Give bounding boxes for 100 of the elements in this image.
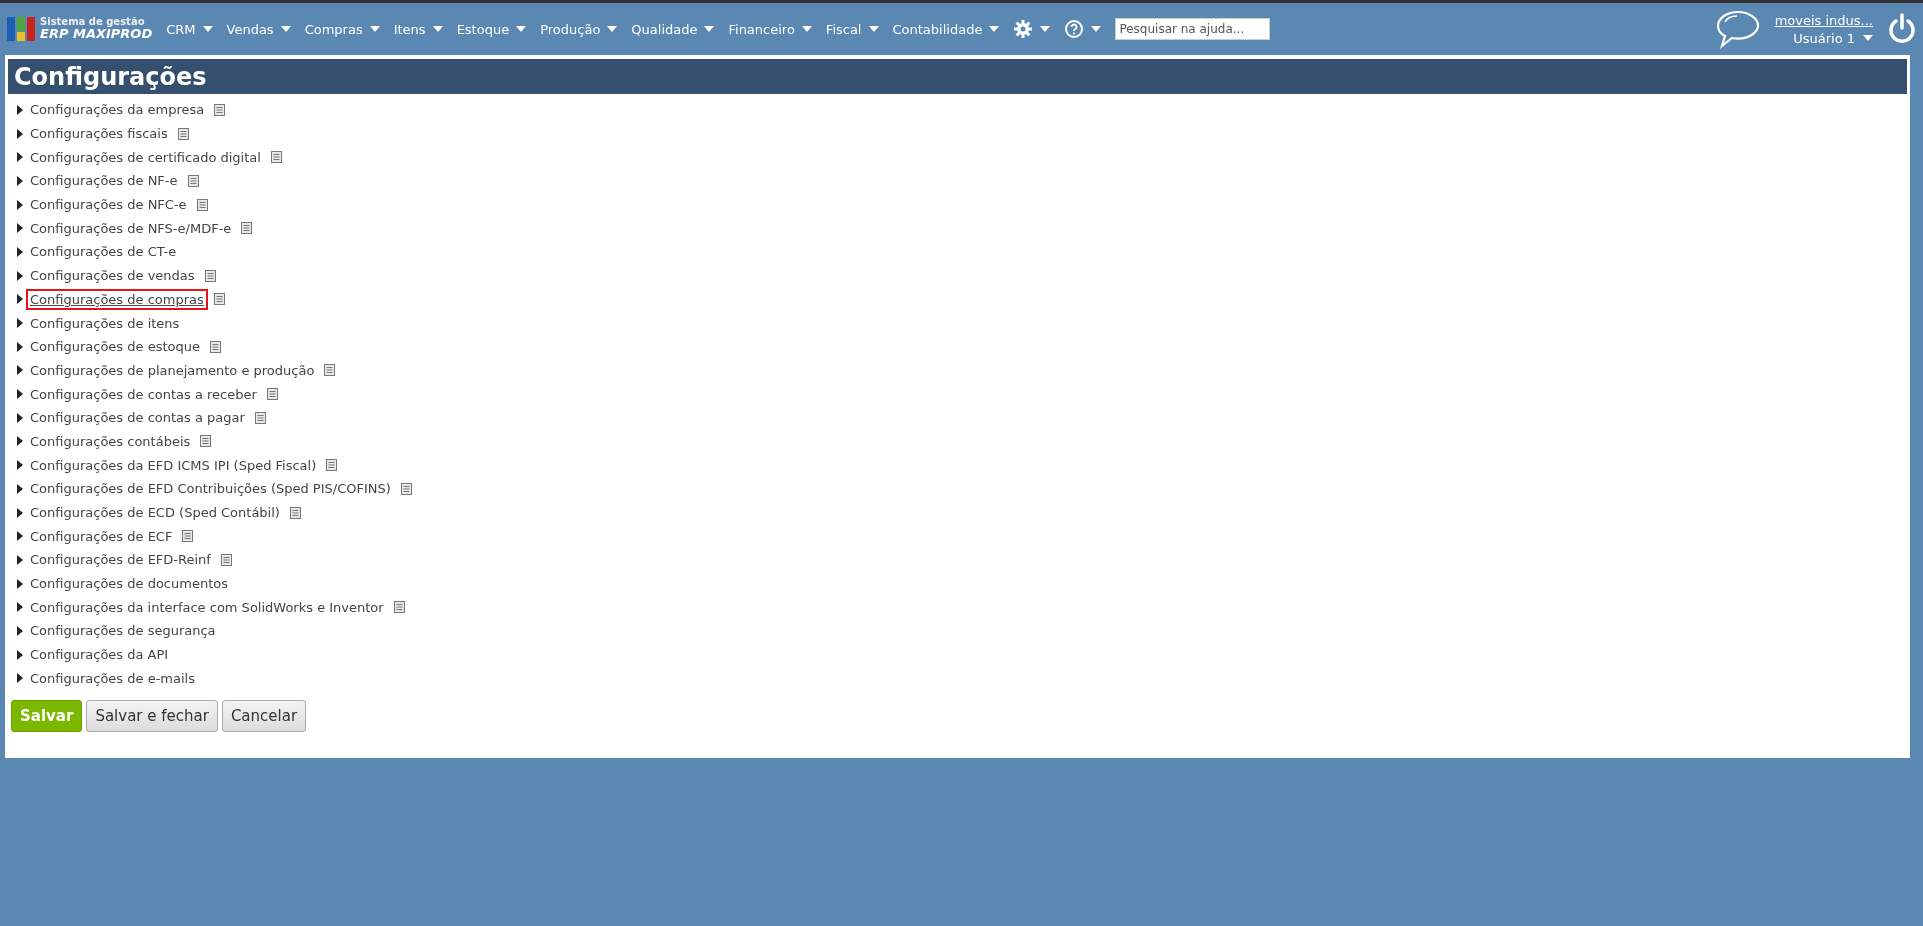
expand-arrow-icon[interactable] xyxy=(17,365,23,376)
expand-arrow-icon[interactable] xyxy=(17,270,23,281)
expand-arrow-icon[interactable] xyxy=(17,625,23,636)
expand-arrow-icon[interactable] xyxy=(17,483,23,494)
settings-section[interactable]: Configurações de NFS-e/MDF-e xyxy=(26,217,236,239)
document-icon[interactable] xyxy=(266,388,278,401)
caret-icon xyxy=(607,26,618,32)
document-icon[interactable] xyxy=(254,411,266,424)
expand-arrow-icon[interactable] xyxy=(17,412,23,423)
menu-item[interactable]: Qualidade xyxy=(631,21,715,37)
expand-arrow-icon[interactable] xyxy=(17,507,23,518)
expand-arrow-icon[interactable] xyxy=(17,223,23,234)
settings-section[interactable]: Configurações de compras xyxy=(26,288,208,310)
caret-icon xyxy=(1091,26,1102,32)
menu-item[interactable]: Vendas xyxy=(226,21,291,37)
settings-section[interactable]: Configurações de ECF xyxy=(26,525,177,547)
expand-arrow-icon[interactable] xyxy=(17,294,23,305)
document-icon[interactable] xyxy=(324,364,336,377)
document-icon[interactable] xyxy=(220,553,232,566)
document-icon[interactable] xyxy=(326,459,338,472)
search-field[interactable]: Pesquisar na ajuda... xyxy=(1115,18,1271,40)
logo-icon xyxy=(6,15,36,43)
page-title: Configurações xyxy=(8,59,1907,94)
settings-section[interactable]: Configurações de EFD Contribuições (Sped PIS/COFINS) xyxy=(26,478,395,500)
expand-arrow-icon[interactable] xyxy=(17,460,23,471)
document-icon[interactable] xyxy=(182,530,194,543)
settings-section[interactable]: Configurações de planejamento e produção xyxy=(26,359,319,381)
menu-item[interactable]: Financeiro xyxy=(728,21,812,37)
settings-section[interactable]: Configurações de NFC-e xyxy=(26,194,191,216)
document-icon[interactable] xyxy=(289,506,301,519)
document-icon[interactable] xyxy=(200,435,212,448)
caret-icon xyxy=(1863,35,1873,41)
expand-arrow-icon[interactable] xyxy=(17,649,23,660)
help-menu[interactable] xyxy=(1064,19,1102,39)
settings-section[interactable]: Configurações de ECD (Sped Contábil) xyxy=(26,502,284,524)
chat-icon[interactable] xyxy=(1714,9,1761,49)
settings-section[interactable]: Configurações de itens xyxy=(26,312,184,334)
expand-arrow-icon[interactable] xyxy=(17,578,23,589)
document-icon[interactable] xyxy=(213,293,225,306)
document-icon[interactable] xyxy=(400,482,412,495)
expand-arrow-icon[interactable] xyxy=(17,389,23,400)
expand-arrow-icon[interactable] xyxy=(17,199,23,210)
settings-section[interactable]: Configurações de certificado digital xyxy=(26,146,265,168)
menu-item[interactable]: Estoque xyxy=(456,21,527,37)
user-menu[interactable]: Usuário 1 xyxy=(1793,30,1873,46)
settings-section[interactable]: Configurações de contas a receber xyxy=(26,383,261,405)
brand-subtitle: Sistema de gestão xyxy=(40,16,146,28)
expand-arrow-icon[interactable] xyxy=(17,246,23,257)
caret-icon xyxy=(202,26,213,32)
menu-item[interactable]: Compras xyxy=(304,21,380,37)
settings-section[interactable]: Configurações da interface com SolidWorks e Inventor xyxy=(26,596,388,618)
menu-item[interactable]: Fiscal xyxy=(825,21,879,37)
settings-section[interactable]: Configurações de NF-e xyxy=(26,170,182,192)
settings-section[interactable]: Configurações da empresa xyxy=(26,99,209,121)
expand-arrow-icon[interactable] xyxy=(17,104,23,115)
menu-item[interactable]: Itens xyxy=(393,21,443,37)
document-icon[interactable] xyxy=(241,222,253,235)
brand-name: ERP MAXIPROD xyxy=(40,27,153,42)
settings-section[interactable]: Configurações de contas a pagar xyxy=(26,407,249,429)
settings-menu[interactable] xyxy=(1013,19,1051,39)
caret-icon xyxy=(369,26,380,32)
expand-arrow-icon[interactable] xyxy=(17,341,23,352)
company-link[interactable]: moveis indus... xyxy=(1774,12,1873,28)
expand-arrow-icon[interactable] xyxy=(17,318,23,329)
settings-section[interactable]: Configurações de segurança xyxy=(26,620,220,642)
caret-icon xyxy=(432,26,443,32)
document-icon[interactable] xyxy=(187,174,199,187)
menu-item[interactable]: Contabilidade xyxy=(892,21,1000,37)
document-icon[interactable] xyxy=(209,340,221,353)
settings-section[interactable]: Configurações de EFD-Reinf xyxy=(26,549,215,571)
expand-arrow-icon[interactable] xyxy=(17,175,23,186)
expand-arrow-icon[interactable] xyxy=(17,531,23,542)
action-button[interactable]: Cancelar xyxy=(221,700,307,733)
document-icon[interactable] xyxy=(214,103,226,116)
settings-section[interactable]: Configurações de vendas xyxy=(26,265,199,287)
settings-section[interactable]: Configurações de CT-e xyxy=(26,241,181,263)
action-button[interactable]: Salvar e fechar xyxy=(86,700,218,733)
document-icon[interactable] xyxy=(196,198,208,211)
power-icon[interactable] xyxy=(1887,13,1917,45)
menu-item[interactable]: Produção xyxy=(540,21,618,37)
menu-item[interactable]: CRM xyxy=(166,21,213,37)
expand-arrow-icon[interactable] xyxy=(17,673,23,684)
expand-arrow-icon[interactable] xyxy=(17,128,23,139)
settings-section[interactable]: Configurações da API xyxy=(26,644,173,666)
document-icon[interactable] xyxy=(270,151,282,164)
caret-icon xyxy=(280,26,291,32)
settings-section[interactable]: Configurações da EFD ICMS IPI (Sped Fiscal) xyxy=(26,454,321,476)
settings-section[interactable]: Configurações de documentos xyxy=(26,573,232,595)
document-icon[interactable] xyxy=(393,601,405,614)
settings-section[interactable]: Configurações fiscais xyxy=(26,123,172,145)
caret-icon xyxy=(801,26,812,32)
expand-arrow-icon[interactable] xyxy=(17,436,23,447)
settings-section[interactable]: Configurações de estoque xyxy=(26,336,204,358)
settings-section[interactable]: Configurações contábeis xyxy=(26,430,195,452)
expand-arrow-icon[interactable] xyxy=(17,554,23,565)
settings-section[interactable]: Configurações de e-mails xyxy=(26,667,199,689)
document-icon[interactable] xyxy=(177,127,189,140)
expand-arrow-icon[interactable] xyxy=(17,602,23,613)
document-icon[interactable] xyxy=(204,269,216,282)
expand-arrow-icon[interactable] xyxy=(17,152,23,163)
